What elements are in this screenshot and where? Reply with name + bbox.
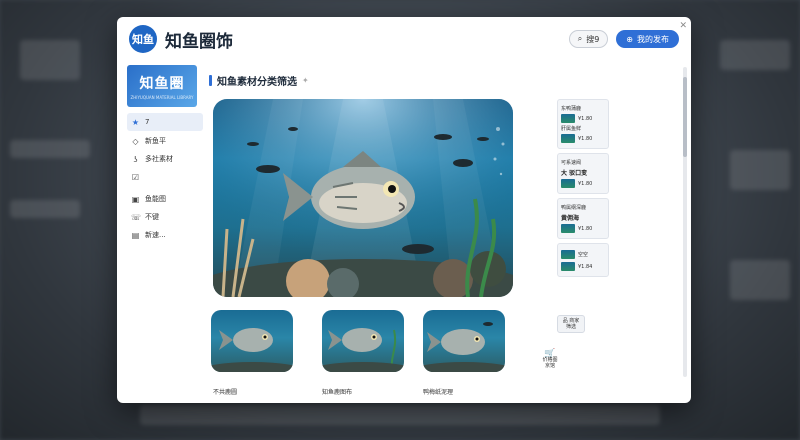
thumbnail-1[interactable] bbox=[211, 310, 293, 372]
publish-button-label: 我的发布 bbox=[637, 34, 669, 44]
price-value: ¥1.80 bbox=[578, 225, 593, 232]
diamond-icon: ◇ bbox=[132, 136, 139, 146]
price-list-panel: 东鸭蒲鹿 ¥1.80 肝属鱼鲜 ¥1.80 可系速阀 大 驳口变 ¥1.80 鸭… bbox=[557, 99, 609, 281]
price-item-label: 可系速阀 bbox=[561, 160, 582, 166]
section-header: 知鱼素材分类筛选 ✦ bbox=[209, 73, 309, 88]
sidebar-item-label: 新速... bbox=[145, 231, 166, 239]
sidebar-item-4[interactable]: ☑ bbox=[127, 169, 203, 185]
sidebar-banner[interactable]: 知鱼圈 ZHIYUQUAN MATERIAL LIBRARY bbox=[127, 65, 197, 107]
sidebar-item-label: 鱼能图 bbox=[145, 195, 166, 203]
thumbnail-caption-1: 不共鹿圆 bbox=[213, 389, 238, 396]
mini-thumbnail bbox=[561, 114, 575, 123]
section-accent-bar bbox=[209, 75, 212, 86]
price-item-title: 大 驳口变 bbox=[561, 170, 588, 177]
price-item-label: 东鸭蒲鹿 bbox=[561, 106, 582, 112]
sidebar-item-label: 不键 bbox=[145, 213, 159, 221]
hero-fish-image[interactable] bbox=[213, 99, 513, 297]
app-window: ✕ 知鱼 知鱼圈饰 ⌕ 搜9 ⊕ 我的发布 知鱼圈 ZHIYUQUAN MATE… bbox=[117, 17, 691, 403]
filter-button[interactable]: 品 商家筛选 bbox=[557, 315, 585, 333]
sidebar-item-2[interactable]: ◇ 新鱼平 bbox=[127, 133, 203, 149]
app-title: 知鱼圈饰 bbox=[165, 31, 233, 52]
search-button[interactable]: ⌕ 搜9 bbox=[568, 30, 609, 48]
sidebar-item-label: 新鱼平 bbox=[145, 137, 166, 145]
price-value: ¥1.80 bbox=[578, 180, 593, 187]
price-item-title: 黄佣海 bbox=[561, 215, 580, 222]
mini-thumbnail bbox=[561, 224, 575, 233]
publish-button[interactable]: ⊕ 我的发布 bbox=[616, 30, 679, 48]
price-value: ¥1.80 bbox=[578, 135, 593, 142]
sidebar-item-label: 多社素材 bbox=[145, 155, 173, 163]
sidebar: 知鱼圈 ZHIYUQUAN MATERIAL LIBRARY ★ 7 ◇ 新鱼平… bbox=[127, 65, 203, 243]
sidebar-item-1[interactable]: ★ 7 bbox=[127, 113, 203, 131]
price-row[interactable]: 空空 bbox=[561, 249, 605, 260]
sparkle-icon: ✦ bbox=[302, 76, 309, 85]
cart-button[interactable]: 🛒 价格图 京馆 bbox=[537, 349, 563, 371]
app-logo: 知鱼 bbox=[129, 25, 157, 53]
price-group-2[interactable]: 可系速阀 大 驳口变 ¥1.80 bbox=[557, 153, 609, 194]
price-group-3[interactable]: 鸭属纲深鹿 黄佣海 ¥1.80 bbox=[557, 198, 609, 239]
sidebar-item-6[interactable]: ☏ 不键 bbox=[127, 209, 203, 225]
check-icon: ☑ bbox=[131, 172, 140, 182]
scrollbar-thumb[interactable] bbox=[683, 77, 687, 157]
mini-thumbnail bbox=[561, 179, 575, 188]
mini-thumbnail bbox=[561, 134, 575, 143]
cart-button-label: 价格图 京馆 bbox=[542, 357, 558, 369]
thumbnail-caption-3: 鸭梅纸泥理 bbox=[423, 389, 454, 396]
upload-icon: ⊕ bbox=[626, 34, 633, 44]
sidebar-item-label: 7 bbox=[145, 118, 150, 126]
price-row[interactable]: ¥1.84 bbox=[561, 262, 605, 271]
price-item-label: 肝属鱼鲜 bbox=[561, 126, 582, 132]
search-button-label: 搜9 bbox=[586, 34, 600, 44]
price-row[interactable]: ¥1.80 bbox=[561, 114, 605, 123]
sidebar-item-5[interactable]: ▣ 鱼能图 bbox=[127, 191, 203, 207]
thumbnail-3[interactable] bbox=[423, 310, 505, 372]
sidebar-item-3[interactable]: ʖ 多社素材 bbox=[127, 151, 203, 167]
price-row[interactable]: ¥1.80 bbox=[561, 134, 605, 143]
phone-icon: ☏ bbox=[131, 212, 142, 222]
image-icon: ▣ bbox=[131, 194, 140, 204]
scrollbar[interactable] bbox=[683, 67, 687, 377]
mini-thumbnail bbox=[561, 250, 575, 259]
price-value: ¥1.80 bbox=[578, 115, 593, 122]
banner-subtitle: ZHIYUQUAN MATERIAL LIBRARY bbox=[130, 94, 194, 100]
price-group-4[interactable]: 空空 ¥1.84 bbox=[557, 243, 609, 277]
star-icon: ★ bbox=[131, 117, 140, 127]
thumbnail-2[interactable] bbox=[322, 310, 404, 372]
price-row[interactable]: ¥1.80 bbox=[561, 179, 605, 188]
price-row[interactable]: ¥1.80 bbox=[561, 224, 605, 233]
mini-thumbnail bbox=[561, 262, 575, 271]
price-value: ¥1.84 bbox=[578, 263, 593, 270]
hook-icon: ʖ bbox=[133, 154, 138, 164]
thumbnail-caption-2: 知鱼鹿图布 bbox=[322, 389, 353, 396]
price-item-label: 空空 bbox=[578, 252, 589, 258]
price-item-label: 鸭属纲深鹿 bbox=[561, 205, 587, 211]
price-group-1[interactable]: 东鸭蒲鹿 ¥1.80 肝属鱼鲜 ¥1.80 bbox=[557, 99, 609, 149]
section-title: 知鱼素材分类筛选 bbox=[217, 77, 297, 88]
app-header: 知鱼 知鱼圈饰 ⌕ 搜9 ⊕ 我的发布 bbox=[117, 17, 691, 61]
doc-icon: ▤ bbox=[131, 230, 140, 240]
search-icon: ⌕ bbox=[577, 34, 583, 43]
sidebar-item-7[interactable]: ▤ 新速... bbox=[127, 227, 203, 243]
banner-title: 知鱼圈 bbox=[139, 75, 185, 92]
